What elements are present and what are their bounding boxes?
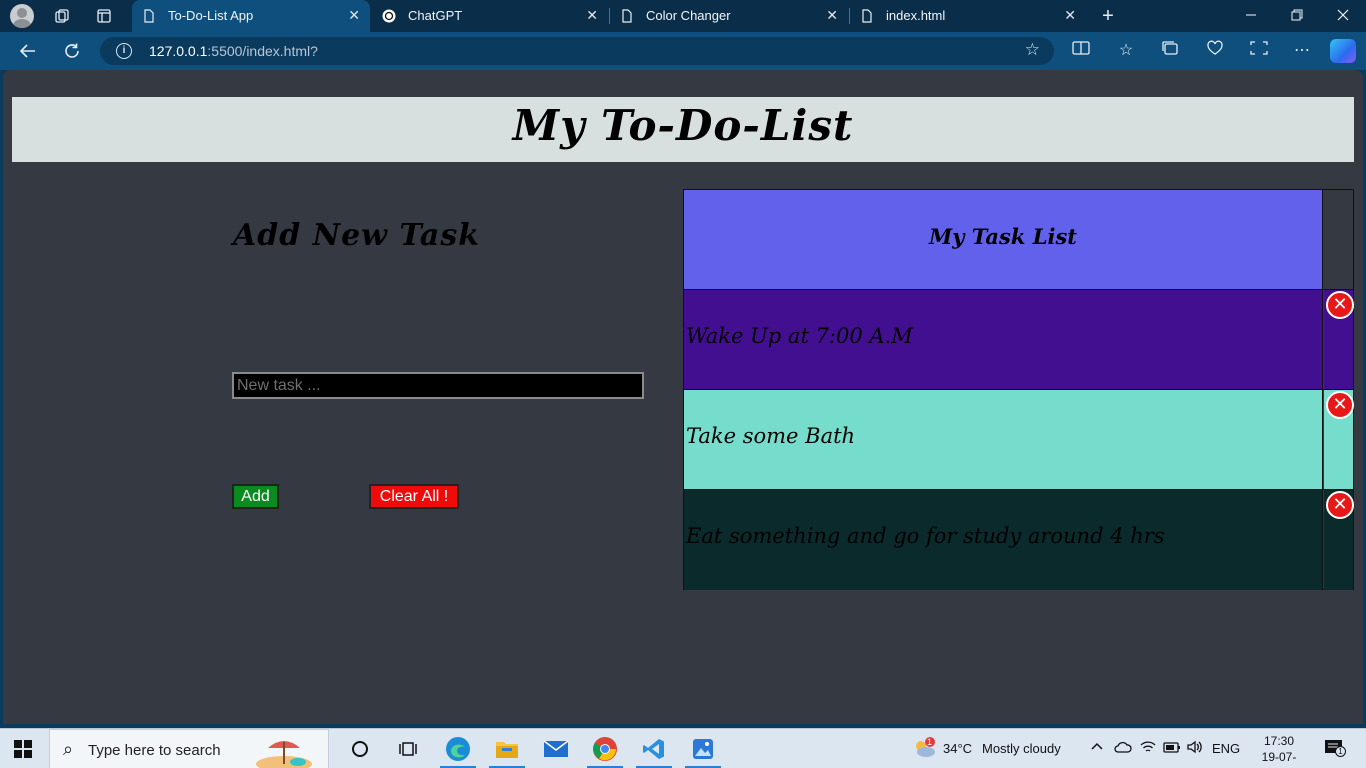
app-header: My To-Do-List — [12, 97, 1354, 162]
file-explorer-icon[interactable] — [485, 733, 529, 768]
task-list-table: My Task List Wake Up at 7:00 A.M ✕ Take … — [683, 189, 1354, 590]
windows-taskbar: ⌕ Type here to search 1 34°C Mostly clou… — [0, 728, 1366, 768]
vscode-icon[interactable] — [632, 733, 676, 768]
copilot-icon[interactable] — [1330, 39, 1356, 63]
task-cell: Wake Up at 7:00 A.M — [684, 290, 1323, 389]
task-list-header: My Task List — [684, 190, 1323, 290]
url-text[interactable]: 127.0.0.1:5500/index.html? — [149, 43, 318, 59]
delete-task-icon[interactable]: ✕ — [1326, 291, 1354, 319]
favorite-star-icon[interactable]: ☆ — [1025, 40, 1040, 60]
weather-temperature: 34°C — [943, 741, 973, 756]
back-icon[interactable] — [14, 38, 42, 66]
photos-icon[interactable] — [681, 733, 725, 768]
browser-toolbar: i 127.0.0.1:5500/index.html? ☆ ☆ ⋯ — [0, 32, 1366, 70]
task-cell: Take some Bath — [684, 390, 1323, 489]
url-host: 127.0.0.1 — [149, 43, 208, 59]
clock-date: 19-07-2024 — [1261, 750, 1297, 768]
address-bar[interactable]: i 127.0.0.1:5500/index.html? ☆ — [100, 37, 1054, 65]
task-list-title: My Task List — [929, 224, 1077, 249]
window-close-icon[interactable] — [1320, 0, 1366, 32]
close-icon[interactable]: ✕ — [348, 7, 360, 24]
screenshot-icon[interactable] — [1247, 40, 1271, 62]
tab-actions-icon[interactable] — [94, 6, 114, 26]
tab-color-changer[interactable]: Color Changer ✕ — [610, 0, 848, 32]
favorites-icon[interactable]: ☆ — [1114, 40, 1138, 62]
url-path: :5500/index.html? — [207, 43, 318, 59]
wifi-icon[interactable] — [1140, 740, 1156, 757]
tab-label: To-Do-List App — [168, 8, 254, 23]
search-highlight-illustration-icon — [256, 741, 312, 768]
chatgpt-icon — [382, 9, 396, 23]
cortana-icon[interactable] — [338, 733, 382, 768]
close-icon[interactable]: ✕ — [826, 7, 838, 24]
site-info-icon[interactable]: i — [116, 43, 132, 59]
tab-label: index.html — [886, 8, 946, 23]
task-text: Wake Up at 7:00 A.M — [686, 324, 913, 348]
tab-label: ChatGPT — [408, 8, 463, 23]
volume-icon[interactable] — [1186, 740, 1204, 757]
page-icon — [622, 9, 632, 23]
add-button[interactable]: Add — [232, 484, 279, 509]
clear-all-button[interactable]: Clear All ! — [369, 484, 459, 509]
profile-avatar[interactable] — [10, 4, 34, 28]
browser-tabstrip: To-Do-List App ✕ ChatGPT ✕ Color Changer… — [0, 0, 1366, 32]
weather-icon[interactable]: 1 — [912, 737, 936, 762]
chrome-icon[interactable] — [583, 733, 627, 768]
browser-essentials-icon[interactable] — [1203, 40, 1227, 62]
weather-badge: 1 — [927, 737, 933, 747]
refresh-icon[interactable] — [58, 38, 86, 66]
search-icon: ⌕ — [63, 739, 74, 759]
page-icon — [144, 9, 154, 23]
task-row: Wake Up at 7:00 A.M ✕ — [684, 290, 1354, 390]
clock-time: 17:30 — [1263, 734, 1295, 748]
new-task-input[interactable] — [232, 372, 644, 399]
weather-condition: Mostly cloudy — [982, 741, 1061, 756]
task-text: Take some Bath — [686, 424, 856, 448]
task-text: Eat something and go for study around 4 … — [686, 524, 1165, 548]
language-indicator[interactable]: ENG — [1212, 741, 1240, 756]
new-tab-button[interactable]: + — [1098, 6, 1118, 26]
workspaces-icon[interactable] — [52, 6, 72, 26]
close-icon[interactable]: ✕ — [586, 7, 598, 24]
show-hidden-icons-chevron-icon[interactable] — [1090, 739, 1104, 756]
tab-chatgpt[interactable]: ChatGPT ✕ — [372, 0, 608, 32]
system-clock[interactable]: 17:30 19-07-2024 — [1249, 733, 1309, 768]
todo-page: My To-Do-List Add New Task Add Clear All… — [3, 70, 1363, 724]
edge-app-icon[interactable] — [436, 733, 480, 768]
page-icon — [862, 9, 872, 23]
split-screen-icon[interactable] — [1069, 40, 1093, 62]
task-row: Eat something and go for study around 4 … — [684, 490, 1354, 590]
battery-icon[interactable] — [1163, 740, 1181, 757]
task-cell: Eat something and go for study around 4 … — [684, 490, 1323, 590]
mail-icon[interactable] — [534, 733, 578, 768]
delete-task-icon[interactable]: ✕ — [1326, 491, 1354, 519]
restore-icon[interactable] — [1274, 0, 1320, 32]
taskbar-search-box[interactable]: ⌕ Type here to search — [49, 729, 329, 768]
add-task-heading: Add New Task — [233, 218, 481, 253]
close-icon[interactable]: ✕ — [1064, 7, 1076, 24]
minimize-icon[interactable] — [1228, 0, 1274, 32]
collections-icon[interactable] — [1158, 40, 1182, 62]
search-placeholder: Type here to search — [88, 742, 221, 759]
tab-index-html[interactable]: index.html ✕ — [850, 0, 1086, 32]
windows-start-icon[interactable] — [14, 740, 32, 758]
notifications-icon[interactable]: 1 — [1324, 739, 1346, 760]
task-row: Take some Bath ✕ — [684, 390, 1354, 490]
tab-todo-list-app[interactable]: To-Do-List App ✕ — [132, 0, 370, 32]
tab-label: Color Changer — [646, 8, 731, 23]
delete-task-icon[interactable]: ✕ — [1326, 391, 1354, 419]
onedrive-cloud-icon[interactable] — [1114, 740, 1132, 757]
more-options-icon[interactable]: ⋯ — [1290, 40, 1314, 62]
task-list-header-spacer — [1323, 190, 1353, 290]
task-view-icon[interactable] — [386, 733, 430, 768]
notification-count-badge: 1 — [1335, 746, 1346, 757]
page-title: My To-Do-List — [512, 101, 854, 150]
